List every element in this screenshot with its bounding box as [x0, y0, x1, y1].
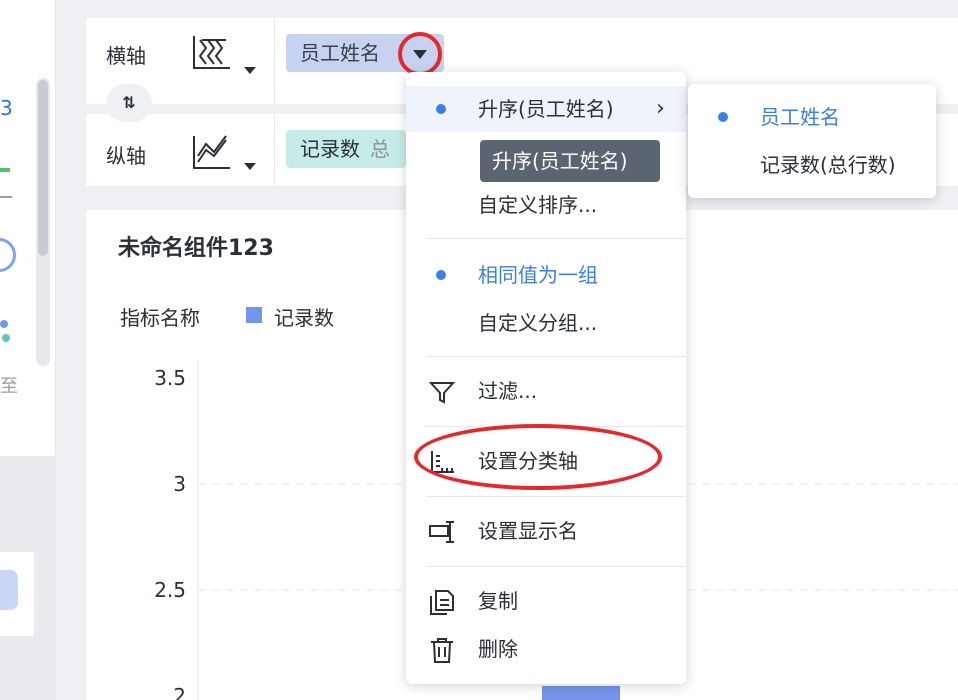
menu-item-filter[interactable]: 过滤... — [406, 368, 686, 414]
y-tick-label: 3.5 — [154, 366, 186, 390]
legend-swatch — [246, 307, 262, 323]
selected-dot-icon — [436, 104, 446, 114]
y-field-aggregation: 总 — [370, 137, 390, 161]
menu-item-custom-group[interactable]: 自定义分组... — [406, 300, 686, 346]
menu-item-delete[interactable]: 删除 — [406, 626, 686, 672]
submenu-item-label: 记录数(总行数) — [760, 153, 896, 177]
x-axis-label: 横轴 — [106, 44, 146, 68]
copy-icon — [430, 590, 454, 615]
component-mark — [0, 168, 10, 172]
menu-item-label: 自定义排序... — [478, 193, 598, 217]
scatter-icon-dot — [2, 334, 10, 342]
y-field-chip[interactable]: 记录数总 — [286, 130, 406, 168]
axis-divider — [274, 18, 275, 186]
menu-item-custom-sort[interactable]: 自定义排序... — [406, 182, 686, 228]
y-field-name: 记录数 — [300, 137, 360, 161]
menu-separator — [426, 566, 686, 567]
y-tick-label: 2.5 — [154, 578, 186, 602]
submenu-item-label: 员工姓名 — [760, 105, 840, 129]
menu-item-group-same-values[interactable]: 相同值为一组 — [406, 252, 686, 298]
legend-series-name[interactable]: 记录数 — [274, 302, 334, 331]
highlight-oval — [414, 424, 662, 490]
x-axis-type-caret-icon[interactable] — [244, 67, 256, 74]
submenu-item-record-count[interactable]: 记录数(总行数) — [688, 142, 936, 188]
y-tick-labels: 3.5 3 2.5 2 — [154, 366, 186, 700]
menu-item-label: 复制 — [478, 589, 518, 613]
filter-icon — [428, 382, 456, 404]
y-axis-type-caret-icon[interactable] — [244, 163, 256, 170]
menu-item-copy[interactable]: 复制 — [406, 578, 686, 624]
sort-tooltip: 升序(员工姓名) — [480, 140, 660, 182]
x-axis-type-icon[interactable] — [192, 32, 232, 72]
component-label-fragment: 至 — [0, 376, 18, 397]
component-divider — [0, 196, 12, 198]
menu-item-sort-ascending[interactable]: 升序(员工姓名) › — [406, 86, 686, 132]
y-tick-label: 3 — [173, 472, 186, 496]
left-scrollbar-thumb[interactable] — [38, 80, 48, 256]
legend-title: 指标名称 — [120, 306, 200, 330]
y-axis-type-icon[interactable] — [192, 132, 232, 172]
menu-separator — [426, 356, 686, 357]
bar-employee[interactable] — [542, 686, 620, 700]
rename-icon — [429, 521, 454, 543]
left-pill[interactable] — [0, 570, 18, 610]
component-glyph: 3 — [0, 96, 13, 120]
menu-item-label: 删除 — [478, 637, 518, 661]
gauge-icon[interactable] — [0, 238, 16, 272]
left-panel: 3 至 — [0, 0, 56, 700]
submenu-item-employee-name[interactable]: 员工姓名 — [688, 94, 936, 140]
chevron-right-icon: › — [656, 96, 665, 121]
swap-axes-button[interactable]: ⇅ — [106, 84, 152, 122]
selected-dot-icon — [718, 112, 728, 122]
trash-icon — [431, 638, 453, 663]
scatter-icon[interactable] — [0, 320, 8, 328]
x-field-dropdown-button[interactable] — [398, 32, 442, 76]
menu-separator — [426, 238, 686, 239]
menu-item-label: 升序(员工姓名) — [478, 97, 614, 121]
selected-dot-icon — [436, 270, 446, 280]
menu-separator — [426, 496, 686, 497]
sort-submenu: 员工姓名 记录数(总行数) — [688, 84, 936, 198]
menu-item-label: 相同值为一组 — [478, 263, 598, 287]
x-field-name: 员工姓名 — [300, 41, 380, 65]
menu-item-set-display-name[interactable]: 设置显示名 — [406, 508, 686, 554]
y-tick-label: 2 — [173, 684, 186, 700]
menu-item-label: 自定义分组... — [478, 311, 598, 335]
menu-item-label: 设置显示名 — [478, 519, 578, 543]
menu-item-label: 过滤... — [478, 379, 538, 403]
chart-title[interactable]: 未命名组件123 — [118, 230, 274, 262]
y-axis-label: 纵轴 — [106, 144, 146, 168]
